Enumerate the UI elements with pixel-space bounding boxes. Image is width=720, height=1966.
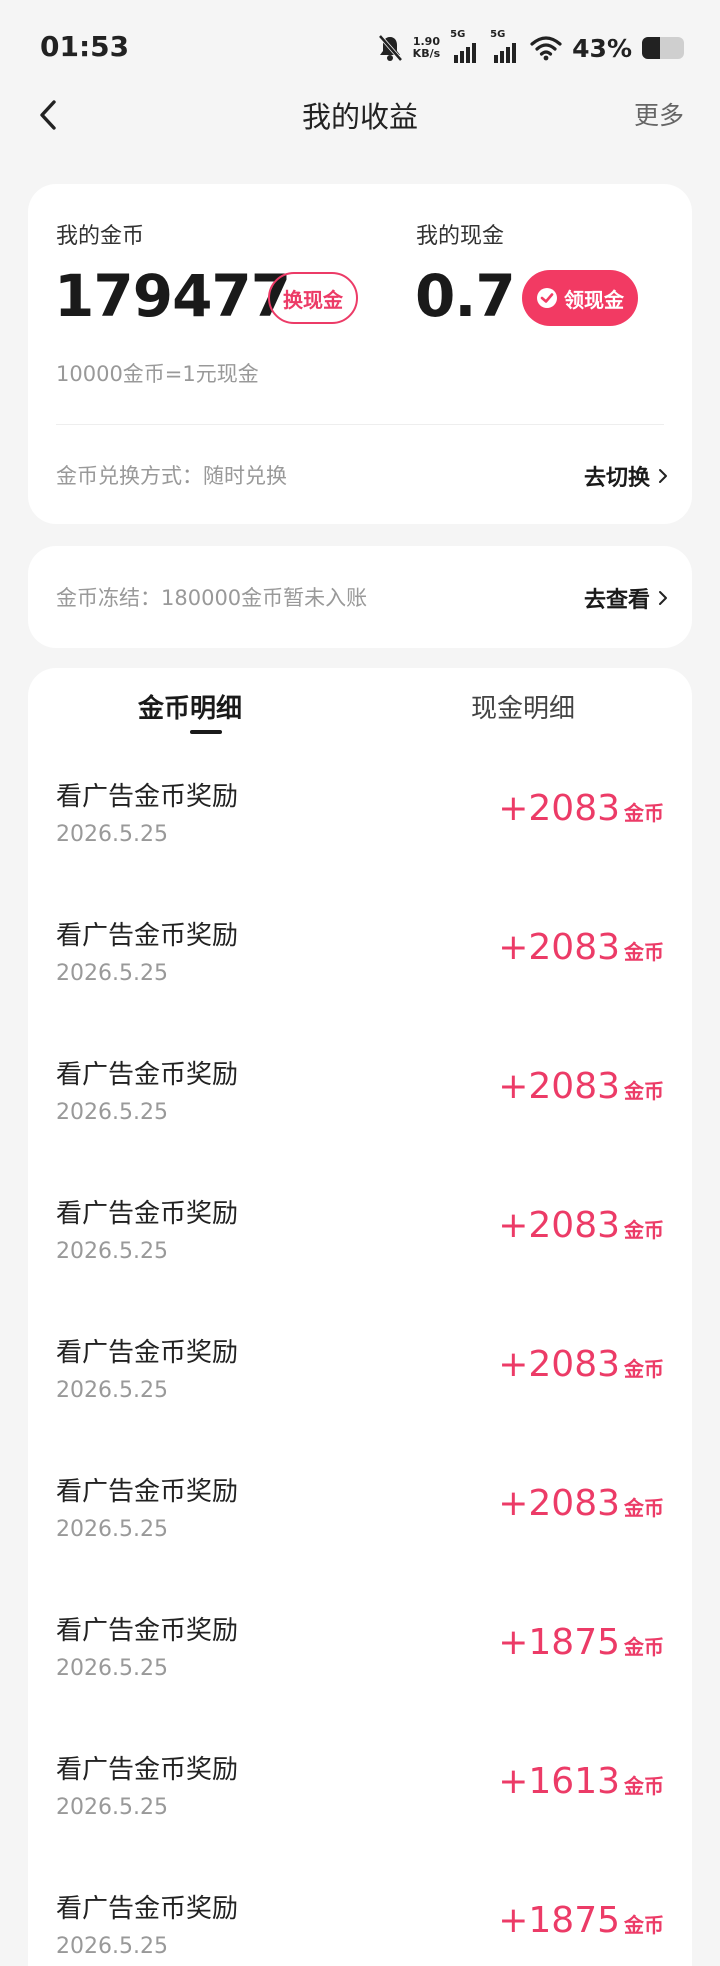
network-speed: 1.90 KB/s — [412, 35, 441, 60]
list-item: 看广告金币奖励 2026.5.25 +2083 金币 — [28, 915, 692, 1054]
more-button[interactable]: 更多 — [634, 96, 684, 132]
signal-icon: 5G — [450, 29, 480, 63]
record-amount-unit: 金币 — [624, 940, 664, 964]
record-amount: +1875 金币 — [498, 1622, 664, 1663]
record-amount-value: +2083 — [498, 788, 620, 829]
view-frozen-link[interactable]: 去查看 — [584, 582, 668, 614]
record-date: 2026.5.25 — [56, 1517, 168, 1542]
record-amount-value: +2083 — [498, 1344, 620, 1385]
record-amount: +1875 金币 — [498, 1900, 664, 1941]
record-title: 看广告金币奖励 — [56, 921, 239, 951]
record-amount-unit: 金币 — [624, 1913, 664, 1937]
record-date: 2026.5.25 — [56, 1378, 168, 1403]
list-item: 看广告金币奖励 2026.5.25 +2083 金币 — [28, 1054, 692, 1193]
mute-bell-icon — [378, 34, 403, 62]
record-amount-value: +2083 — [498, 1066, 620, 1107]
list-item: 看广告金币奖励 2026.5.25 +1613 金币 — [28, 1749, 692, 1888]
claim-cash-label: 领现金 — [564, 287, 624, 312]
record-amount: +2083 金币 — [498, 927, 664, 968]
record-title: 看广告金币奖励 — [56, 1477, 239, 1507]
record-date: 2026.5.25 — [56, 1934, 168, 1959]
list-item: 看广告金币奖励 2026.5.25 +2083 金币 — [28, 1193, 692, 1332]
record-amount-value: +1875 — [498, 1900, 620, 1941]
chevron-right-icon — [659, 469, 667, 483]
record-date: 2026.5.25 — [56, 822, 168, 847]
status-bar: 01:53 1.90 KB/s 5G 5G 43% — [0, 0, 720, 96]
record-amount: +2083 金币 — [498, 1344, 664, 1385]
claim-cash-button[interactable]: 领现金 — [522, 270, 638, 326]
battery-icon — [642, 37, 684, 59]
record-amount: +2083 金币 — [498, 788, 664, 829]
list-item: 看广告金币奖励 2026.5.25 +1875 金币 — [28, 1610, 692, 1749]
record-amount-value: +2083 — [498, 1483, 620, 1524]
record-date: 2026.5.25 — [56, 1656, 168, 1681]
record-title: 看广告金币奖励 — [56, 782, 239, 812]
record-amount-unit: 金币 — [624, 1218, 664, 1242]
cash-value: 0.7 — [415, 262, 516, 330]
exchange-cash-button[interactable]: 换现金 — [268, 272, 358, 324]
record-date: 2026.5.25 — [56, 1795, 168, 1820]
cash-label: 我的现金 — [416, 224, 505, 249]
record-title: 看广告金币奖励 — [56, 1338, 239, 1368]
record-amount-unit: 金币 — [624, 1357, 664, 1381]
list-item: 看广告金币奖励 2026.5.25 +2083 金币 — [28, 776, 692, 915]
page-title: 我的收益 — [301, 100, 418, 134]
record-date: 2026.5.25 — [56, 1100, 168, 1125]
list-item: 看广告金币奖励 2026.5.25 +2083 金币 — [28, 1471, 692, 1610]
status-time: 01:53 — [40, 30, 130, 63]
exchange-rate-text: 10000金币=1元现金 — [56, 362, 259, 386]
list-item: 看广告金币奖励 2026.5.25 +1875 金币 — [28, 1888, 692, 1966]
record-title: 看广告金币奖励 — [56, 1060, 239, 1090]
coins-label: 我的金币 — [56, 224, 145, 249]
record-amount: +2083 金币 — [498, 1483, 664, 1524]
coins-value: 179477 — [54, 262, 291, 330]
battery-percent: 43% — [572, 33, 632, 63]
record-date: 2026.5.25 — [56, 961, 168, 986]
record-title: 看广告金币奖励 — [56, 1755, 239, 1785]
record-amount-unit: 金币 — [624, 801, 664, 825]
exchange-method-text: 金币兑换方式：随时兑换 — [56, 464, 287, 488]
wifi-icon — [530, 36, 562, 61]
wechat-check-icon — [537, 288, 557, 308]
details-card: 金币明细 现金明细 看广告金币奖励 2026.5.25 +2083 金币 看广告金币奖励… — [28, 668, 692, 1966]
record-date: 2026.5.25 — [56, 1239, 168, 1264]
list-item: 看广告金币奖励 2026.5.25 +2083 金币 — [28, 1332, 692, 1471]
record-amount-value: +2083 — [498, 927, 620, 968]
divider — [56, 424, 664, 425]
frozen-coins-text: 金币冻结：180000金币暂未入账 — [56, 586, 368, 610]
record-amount-value: +2083 — [498, 1205, 620, 1246]
record-title: 看广告金币奖励 — [56, 1894, 239, 1924]
tab-active-indicator — [190, 730, 222, 734]
record-title: 看广告金币奖励 — [56, 1199, 239, 1229]
record-amount-unit: 金币 — [624, 1496, 664, 1520]
tab-coin-details[interactable]: 金币明细 — [138, 688, 242, 725]
record-amount: +2083 金币 — [498, 1205, 664, 1246]
record-amount: +1613 金币 — [498, 1761, 664, 1802]
record-amount-value: +1875 — [498, 1622, 620, 1663]
signal-icon: 5G — [490, 29, 520, 63]
record-amount-value: +1613 — [498, 1761, 620, 1802]
nav-bar: 我的收益 更多 — [0, 92, 720, 136]
record-amount: +2083 金币 — [498, 1066, 664, 1107]
record-amount-unit: 金币 — [624, 1774, 664, 1798]
tab-cash-details[interactable]: 现金明细 — [471, 688, 575, 725]
chevron-right-icon — [659, 591, 667, 605]
earnings-summary-card: 我的金币 179477 换现金 我的现金 0.7 领现金 10000金币=1元现… — [28, 184, 692, 524]
record-amount-unit: 金币 — [624, 1079, 664, 1103]
switch-method-link[interactable]: 去切换 — [584, 460, 668, 492]
status-icons: 1.90 KB/s 5G 5G 43% — [377, 28, 684, 68]
record-title: 看广告金币奖励 — [56, 1616, 239, 1646]
frozen-coins-card: 金币冻结：180000金币暂未入账 去查看 — [28, 546, 692, 648]
record-amount-unit: 金币 — [624, 1635, 664, 1659]
